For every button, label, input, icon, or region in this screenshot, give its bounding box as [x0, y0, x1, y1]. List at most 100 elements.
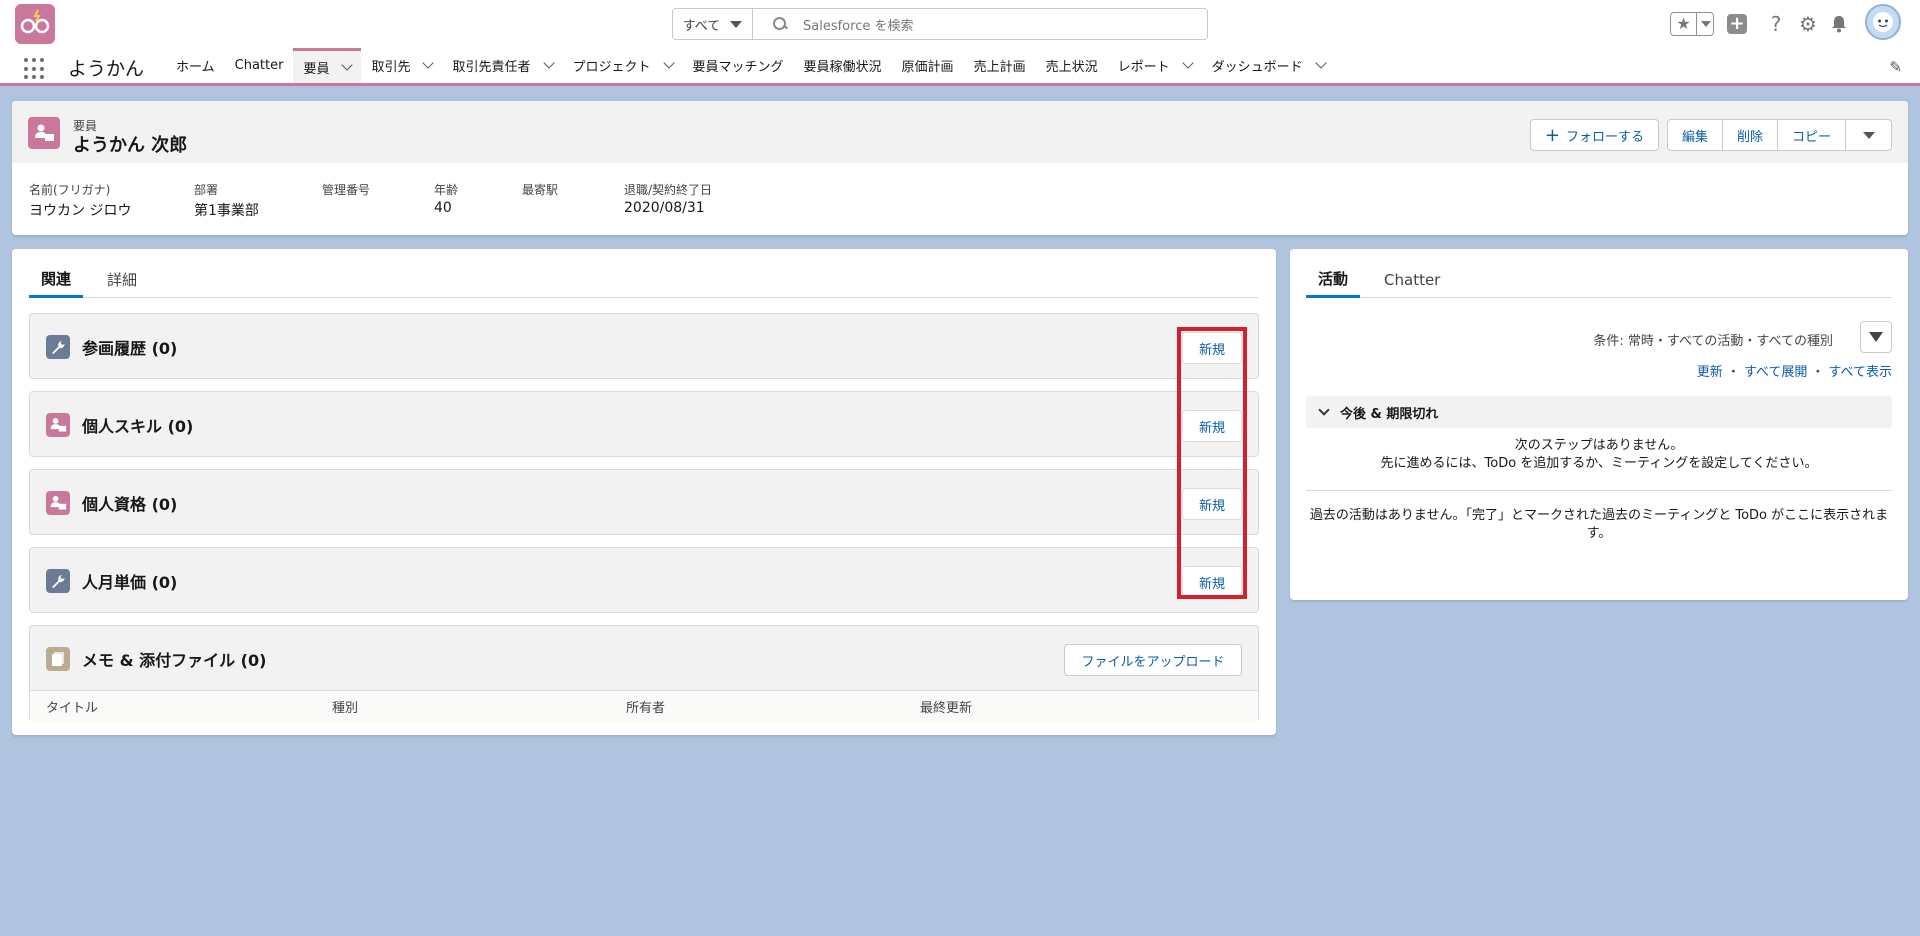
app-logo[interactable]	[15, 4, 55, 44]
tab-details[interactable]: 詳細	[95, 261, 149, 298]
related-list-qualifications: 個人資格 (0) 新規	[29, 469, 1259, 535]
nav-item-label: 取引先責任者	[452, 60, 531, 75]
notifications-button[interactable]	[1827, 12, 1851, 36]
field-value: 2020/08/31	[624, 200, 705, 216]
chevron-down-icon	[1318, 404, 1330, 416]
wrench-icon	[46, 569, 70, 593]
tab-related[interactable]: 関連	[29, 261, 84, 298]
nav-items: ホーム Chatter 要員 取引先 取引先責任者 プロジェクト 要員マッチング 要員稼働状況…	[166, 48, 1335, 83]
column-header-title[interactable]: タイトル	[46, 697, 98, 716]
related-list-title[interactable]: 参画履歴 (0)	[82, 335, 177, 359]
activity-tabs: 活動 Chatter	[1306, 261, 1892, 298]
highlight-field: 部署第1事業部	[194, 181, 322, 220]
edit-nav-pencil-icon[interactable]: ✎	[1889, 58, 1902, 76]
global-header: すべて Salesforce を検索 ★ + ? ⚙	[0, 0, 1920, 48]
nav-item-label: レポート	[1117, 60, 1170, 75]
nav-item-label: 要員稼働状況	[803, 60, 882, 75]
upload-files-button[interactable]: ファイルをアップロード	[1064, 644, 1242, 676]
nav-item[interactable]: プロジェクト	[563, 48, 683, 83]
record-header-top: 要員 ようかん 次郎 + フォローする 編集 削除 コピー	[12, 101, 1908, 163]
refresh-link[interactable]: 更新	[1697, 361, 1723, 380]
tab-chatter[interactable]: Chatter	[1372, 261, 1452, 298]
no-steps-line2: 先に進めるには、ToDo を追加するか、ミーティングを設定してください。	[1380, 456, 1818, 471]
filter-icon	[1869, 332, 1883, 342]
tab-activity[interactable]: 活動	[1306, 261, 1361, 298]
field-label: 最寄駅	[522, 183, 559, 197]
nav-item-label: 要員	[303, 61, 330, 77]
plus-icon: +	[1727, 14, 1747, 34]
view-all-link[interactable]: すべて表示	[1828, 361, 1892, 380]
field-label: 部署	[194, 183, 219, 197]
copy-button[interactable]: コピー	[1777, 119, 1846, 151]
file-icon	[46, 647, 70, 671]
edit-button[interactable]: 編集	[1666, 119, 1723, 151]
activity-card: 活動 Chatter 条件: 常時・すべての活動・すべての種別 更新 ・ すべて…	[1290, 249, 1908, 600]
chevron-down-icon[interactable]	[542, 57, 555, 69]
global-search[interactable]: すべて Salesforce を検索	[672, 8, 1208, 40]
nav-item[interactable]: ホーム	[166, 48, 225, 83]
global-actions-button[interactable]: +	[1725, 12, 1749, 36]
nav-item-label: 原価計画	[901, 60, 954, 75]
column-header-owner[interactable]: 所有者	[626, 697, 665, 716]
more-actions-button[interactable]	[1846, 119, 1892, 151]
nav-item[interactable]: 要員	[293, 48, 362, 83]
activity-filter-text: 条件: 常時・すべての活動・すべての種別	[1593, 334, 1833, 349]
field-value: ヨウカン ジロウ	[29, 203, 132, 219]
activity-filter-button[interactable]	[1860, 321, 1892, 353]
nav-item[interactable]: レポート	[1108, 48, 1202, 83]
expand-all-link[interactable]: すべて展開	[1744, 361, 1808, 380]
caret-down-icon[interactable]	[1701, 21, 1711, 27]
user-avatar[interactable]	[1865, 4, 1901, 40]
chevron-down-icon[interactable]	[341, 58, 354, 71]
nav-item[interactable]: 売上状況	[1036, 48, 1108, 83]
nav-item[interactable]: 取引先責任者	[442, 48, 562, 83]
highlight-fields: 名前(フリガナ) ヨウカン ジロウ 部署 第1事業部 管理番号 年齢 40 最寄駅 退職/契約終…	[29, 181, 764, 220]
nav-item-label: 売上状況	[1045, 60, 1098, 75]
search-scope-dropdown[interactable]: すべて	[673, 9, 753, 39]
nav-item[interactable]: 取引先	[361, 48, 442, 83]
no-past-activity-message: 過去の活動はありません。「完了」とマークされた過去のミーティングと ToDo が…	[1309, 508, 1889, 541]
help-button[interactable]: ?	[1764, 12, 1788, 36]
chevron-down-icon[interactable]	[422, 57, 435, 69]
field-label: 退職/契約終了日	[624, 183, 713, 197]
search-scope-label: すべて	[682, 18, 721, 34]
nav-item[interactable]: 売上計画	[964, 48, 1036, 83]
related-list-monthly-rate: 人月単価 (0) 新規	[29, 547, 1259, 613]
nav-item[interactable]: ダッシュボード	[1202, 48, 1335, 83]
nav-item[interactable]: 原価計画	[892, 48, 964, 83]
field-label: 管理番号	[322, 183, 371, 197]
related-list-participation: 参画履歴 (0) 新規	[29, 313, 1259, 379]
field-value: 第1事業部	[194, 203, 259, 219]
related-list-title[interactable]: 個人スキル (0)	[82, 413, 193, 437]
nav-item[interactable]: 要員マッチング	[683, 48, 794, 83]
record-title: ようかん 次郎	[73, 135, 188, 156]
upcoming-overdue-section[interactable]: 今後 & 期限切れ	[1306, 396, 1892, 428]
record-header: 要員 ようかん 次郎 + フォローする 編集 削除 コピー 名前(フリガナ) ヨウ…	[12, 101, 1908, 235]
nav-item-label: 取引先	[371, 60, 411, 75]
column-header-type[interactable]: 種別	[332, 697, 358, 716]
nav-item-label: プロジェクト	[572, 60, 651, 75]
nav-item[interactable]: Chatter	[225, 48, 294, 83]
search-input[interactable]: Salesforce を検索	[803, 15, 913, 34]
nav-item-label: Chatter	[234, 58, 284, 73]
favorites-button[interactable]: ★	[1670, 12, 1714, 36]
setup-button[interactable]: ⚙	[1796, 12, 1820, 36]
wrench-icon	[46, 335, 70, 359]
nav-item[interactable]: 要員稼働状況	[794, 48, 892, 83]
person-card-icon	[46, 413, 70, 437]
delete-button[interactable]: 削除	[1722, 119, 1778, 151]
column-header-last-modified[interactable]: 最終更新	[920, 697, 972, 716]
chevron-down-icon[interactable]	[662, 57, 675, 69]
chevron-down-icon[interactable]	[1181, 57, 1194, 69]
follow-button[interactable]: + フォローする	[1529, 119, 1659, 151]
related-list-title[interactable]: メモ & 添付ファイル (0)	[82, 647, 266, 671]
files-header: メモ & 添付ファイル (0) ファイルをアップロード	[30, 626, 1258, 690]
field-label: 名前(フリガナ)	[29, 183, 111, 197]
upcoming-label: 今後 & 期限切れ	[1340, 406, 1439, 422]
chevron-down-icon[interactable]	[1314, 57, 1327, 69]
related-list-title[interactable]: 人月単価 (0)	[82, 569, 177, 593]
app-launcher-icon[interactable]	[24, 58, 46, 80]
record-actions: + フォローする 編集 削除 コピー	[1529, 119, 1892, 151]
no-steps-line1: 次のステップはありません。	[1514, 438, 1684, 453]
related-list-title[interactable]: 個人資格 (0)	[82, 491, 177, 515]
